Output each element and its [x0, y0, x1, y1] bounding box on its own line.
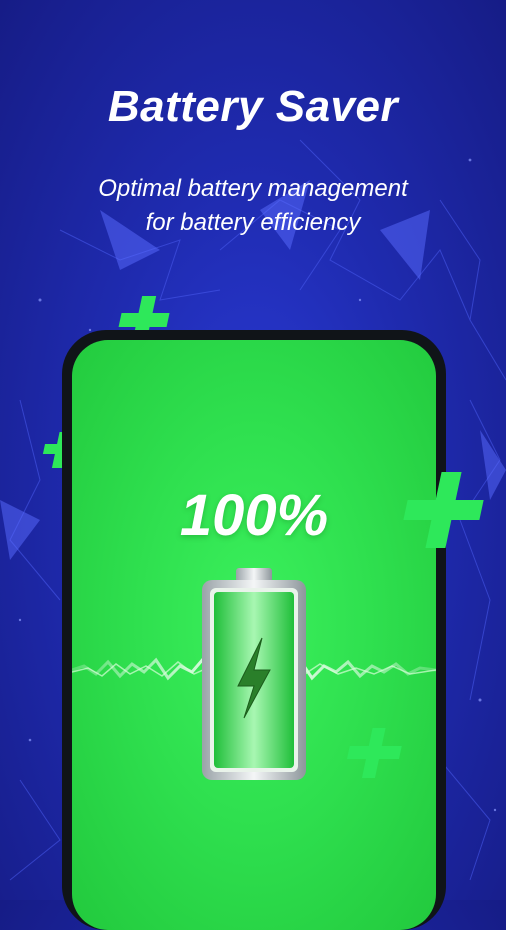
- subtitle-line-1: Optimal battery management: [98, 175, 408, 202]
- battery-icon: [202, 568, 306, 780]
- page-title: Battery Saver: [107, 82, 399, 131]
- battery-percent: 100%: [179, 483, 329, 548]
- plus-icon: [346, 728, 402, 778]
- page-subtitle: Optimal battery management for battery e…: [40, 172, 466, 240]
- phone-frame: 100%: [62, 330, 446, 930]
- plus-icon: [403, 472, 484, 548]
- phone-screen: 100%: [72, 340, 436, 930]
- subtitle-line-2: for battery efficiency: [145, 209, 361, 236]
